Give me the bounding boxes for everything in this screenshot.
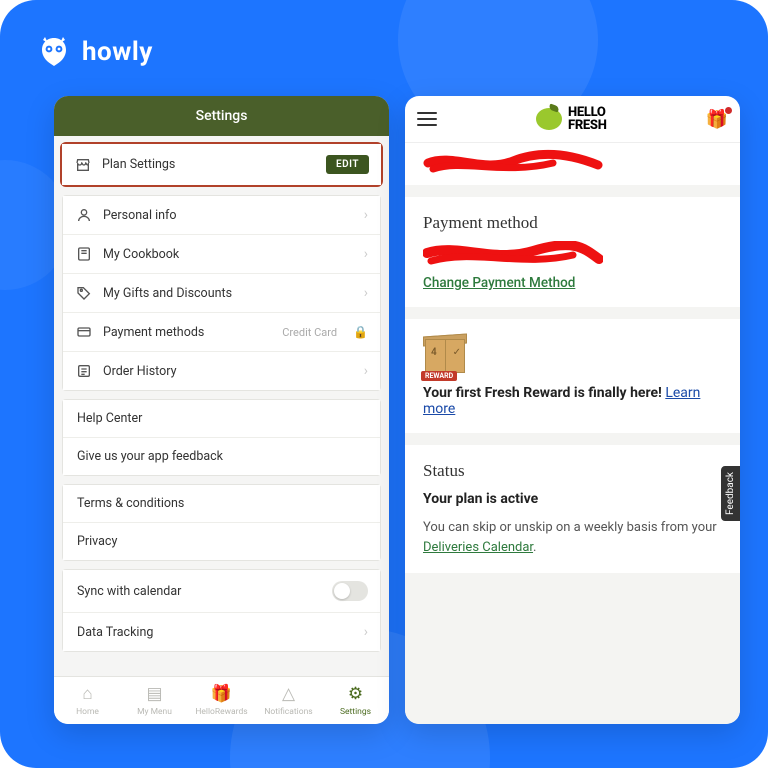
chevron-right-icon: ›: [364, 246, 368, 262]
prefs-section: Sync with calendar Data Tracking ›: [62, 569, 381, 652]
bell-icon: △: [282, 684, 295, 704]
gift-icon[interactable]: 🎁: [706, 109, 728, 130]
deliveries-calendar-link[interactable]: Deliveries Calendar: [423, 540, 533, 555]
panel-payment: Payment method Change Payment Method: [405, 197, 740, 307]
gift-icon: 🎁: [211, 684, 232, 704]
menu-icon: ▤: [146, 684, 162, 704]
howly-wordmark: howly: [82, 37, 153, 67]
screenshots-row: Settings Plan Settings EDIT Personal inf: [54, 96, 740, 724]
bottom-tabbar: ⌂Home ▤My Menu 🎁HelloRewards △Notificati…: [54, 676, 389, 724]
row-orders[interactable]: Order History ›: [63, 352, 380, 390]
hamburger-icon[interactable]: [417, 112, 437, 126]
lock-icon: 🔒: [353, 325, 368, 339]
plan-settings-label: Plan Settings: [102, 157, 316, 172]
status-heading: Status: [423, 461, 722, 481]
tab-notifications[interactable]: △Notifications: [255, 677, 322, 724]
tab-menu[interactable]: ▤My Menu: [121, 677, 188, 724]
reward-message: Your first Fresh Reward is finally here!…: [423, 385, 722, 417]
edit-button[interactable]: EDIT: [326, 155, 369, 174]
payment-heading: Payment method: [423, 213, 722, 233]
row-sync[interactable]: Sync with calendar: [63, 570, 380, 613]
redaction-mark: [423, 149, 722, 169]
tab-home[interactable]: ⌂Home: [54, 677, 121, 724]
account-section: Personal info › My Cookbook › My Gifts a…: [62, 195, 381, 391]
row-privacy[interactable]: Privacy: [63, 523, 380, 560]
page-background: howly Settings Plan Settings EDIT: [0, 0, 768, 768]
chevron-right-icon: ›: [364, 285, 368, 301]
panel-status: Status Your plan is active You can skip …: [405, 445, 740, 573]
status-active: Your plan is active: [423, 491, 538, 507]
phone-left: Settings Plan Settings EDIT Personal inf: [54, 96, 389, 724]
howly-logo: howly: [36, 34, 153, 70]
feedback-tab[interactable]: Feedback: [721, 466, 740, 521]
hellofresh-logo[interactable]: HELLOFRESH: [536, 106, 607, 132]
tag-icon: [75, 285, 93, 301]
tab-settings[interactable]: ⚙Settings: [322, 677, 389, 724]
row-terms[interactable]: Terms & conditions: [63, 485, 380, 523]
card-icon: [75, 324, 93, 340]
list-icon: [75, 363, 93, 379]
panel-redacted-top: [405, 143, 740, 185]
chevron-right-icon: ›: [364, 363, 368, 379]
row-cookbook[interactable]: My Cookbook ›: [63, 235, 380, 274]
phone-right: HELLOFRESH 🎁 Payment method Change Payme…: [405, 96, 740, 724]
change-payment-link[interactable]: Change Payment Method: [423, 275, 575, 291]
reward-box-icon: 4 ✓ REWARD: [423, 335, 469, 379]
check-icon: ✓: [453, 347, 461, 358]
sync-toggle[interactable]: [332, 581, 368, 601]
row-gifts[interactable]: My Gifts and Discounts ›: [63, 274, 380, 313]
row-help[interactable]: Help Center: [63, 400, 380, 438]
chevron-right-icon: ›: [364, 624, 368, 640]
gear-icon: ⚙: [348, 684, 363, 704]
store-icon: [74, 157, 92, 173]
row-feedback[interactable]: Give us your app feedback: [63, 438, 380, 475]
lime-icon: [536, 108, 562, 130]
notification-dot: [725, 107, 732, 114]
settings-scroll[interactable]: Plan Settings EDIT Personal info › My Co…: [54, 136, 389, 676]
top-bar: HELLOFRESH 🎁: [405, 96, 740, 143]
redaction-mark: [423, 241, 722, 261]
panel-reward: 4 ✓ REWARD Your first Fresh Reward is fi…: [405, 319, 740, 433]
person-icon: [75, 207, 93, 223]
home-icon: ⌂: [82, 684, 92, 704]
tab-rewards[interactable]: 🎁HelloRewards: [188, 677, 255, 724]
reward-badge: REWARD: [421, 371, 457, 381]
book-icon: [75, 246, 93, 262]
account-scroll[interactable]: Payment method Change Payment Method 4 ✓…: [405, 143, 740, 724]
chevron-right-icon: ›: [364, 207, 368, 223]
owl-icon: [36, 34, 72, 70]
support-section: Help Center Give us your app feedback: [62, 399, 381, 476]
legal-section: Terms & conditions Privacy: [62, 484, 381, 561]
status-body: You can skip or unskip on a weekly basis…: [423, 518, 722, 557]
row-tracking[interactable]: Data Tracking ›: [63, 613, 380, 651]
settings-header: Settings: [54, 96, 389, 136]
row-personal-info[interactable]: Personal info ›: [63, 196, 380, 235]
row-payment[interactable]: Payment methods Credit Card 🔒: [63, 313, 380, 352]
plan-settings-card[interactable]: Plan Settings EDIT: [60, 142, 383, 187]
